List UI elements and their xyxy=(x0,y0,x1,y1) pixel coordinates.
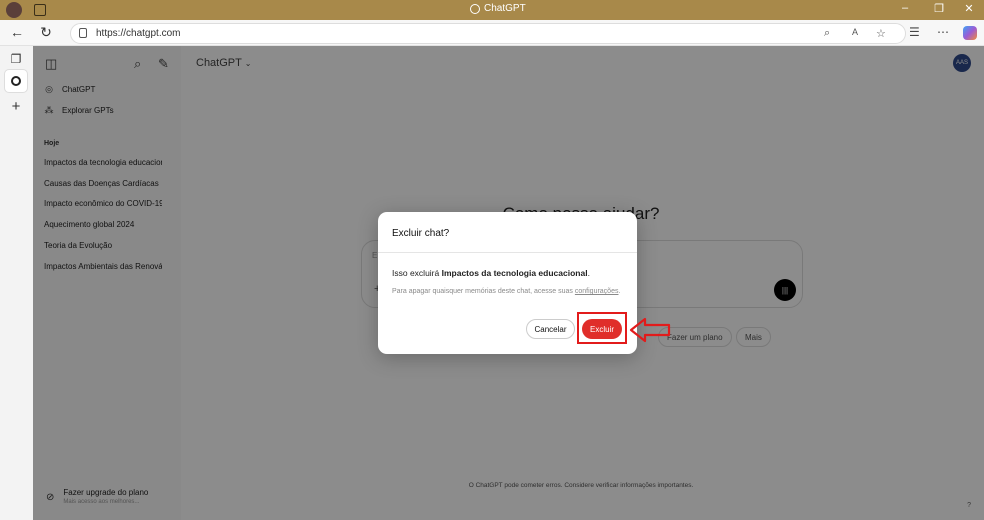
read-aloud-icon[interactable]: A xyxy=(852,27,858,37)
tab-list-icon[interactable]: ❐ xyxy=(8,52,24,68)
dialog-subtext: Para apagar quaisquer memórias deste cha… xyxy=(392,288,621,295)
dialog-title: Excluir chat? xyxy=(392,228,450,239)
annotation-arrow-icon xyxy=(629,317,671,343)
profile-avatar[interactable] xyxy=(6,2,22,18)
chat-name: Impactos da tecnologia educacional xyxy=(441,268,588,278)
close-window-button[interactable]: ✕ xyxy=(961,2,977,15)
refresh-icon[interactable]: ↻ xyxy=(37,24,55,41)
minimize-button[interactable]: – xyxy=(897,2,913,14)
restore-button[interactable]: ❐ xyxy=(931,2,947,15)
vertical-tabs: ❐ + xyxy=(0,46,32,520)
divider xyxy=(378,252,637,253)
annotation-highlight-box xyxy=(577,312,627,344)
chatgpt-logo-icon xyxy=(11,76,21,86)
chatgpt-logo-icon xyxy=(470,3,480,14)
window-title: ChatGPT xyxy=(470,3,526,14)
chatgpt-app: ◫ ⌕ ✎ ◎ ChatGPT ⁂ Explorar GPTs Hoje Imp… xyxy=(33,46,984,520)
new-tab-icon[interactable]: + xyxy=(8,98,24,115)
window-titlebar: ChatGPT – ❐ ✕ xyxy=(0,0,984,20)
tab-actions-icon[interactable] xyxy=(34,4,46,16)
url-bar[interactable]: https://chatgpt.com ⌕ A ☆ xyxy=(70,23,906,44)
dialog-message: Isso excluirá Impactos da tecnologia edu… xyxy=(392,268,590,278)
more-menu-icon[interactable]: ⋯ xyxy=(937,25,949,39)
address-toolbar: ← ↻ https://chatgpt.com ⌕ A ☆ ☰ ⋯ xyxy=(0,20,984,46)
zoom-icon[interactable]: ⌕ xyxy=(824,27,830,40)
favorites-icon[interactable]: ☰ xyxy=(909,25,920,39)
tab-chatgpt[interactable] xyxy=(5,70,27,92)
cancel-button[interactable]: Cancelar xyxy=(526,319,575,339)
settings-link[interactable]: configurações xyxy=(575,288,619,295)
copilot-icon[interactable] xyxy=(963,26,977,40)
lock-icon xyxy=(79,28,87,38)
favorite-star-icon[interactable]: ☆ xyxy=(876,27,886,40)
url-text[interactable]: https://chatgpt.com xyxy=(96,28,181,39)
back-icon[interactable]: ← xyxy=(8,24,26,40)
